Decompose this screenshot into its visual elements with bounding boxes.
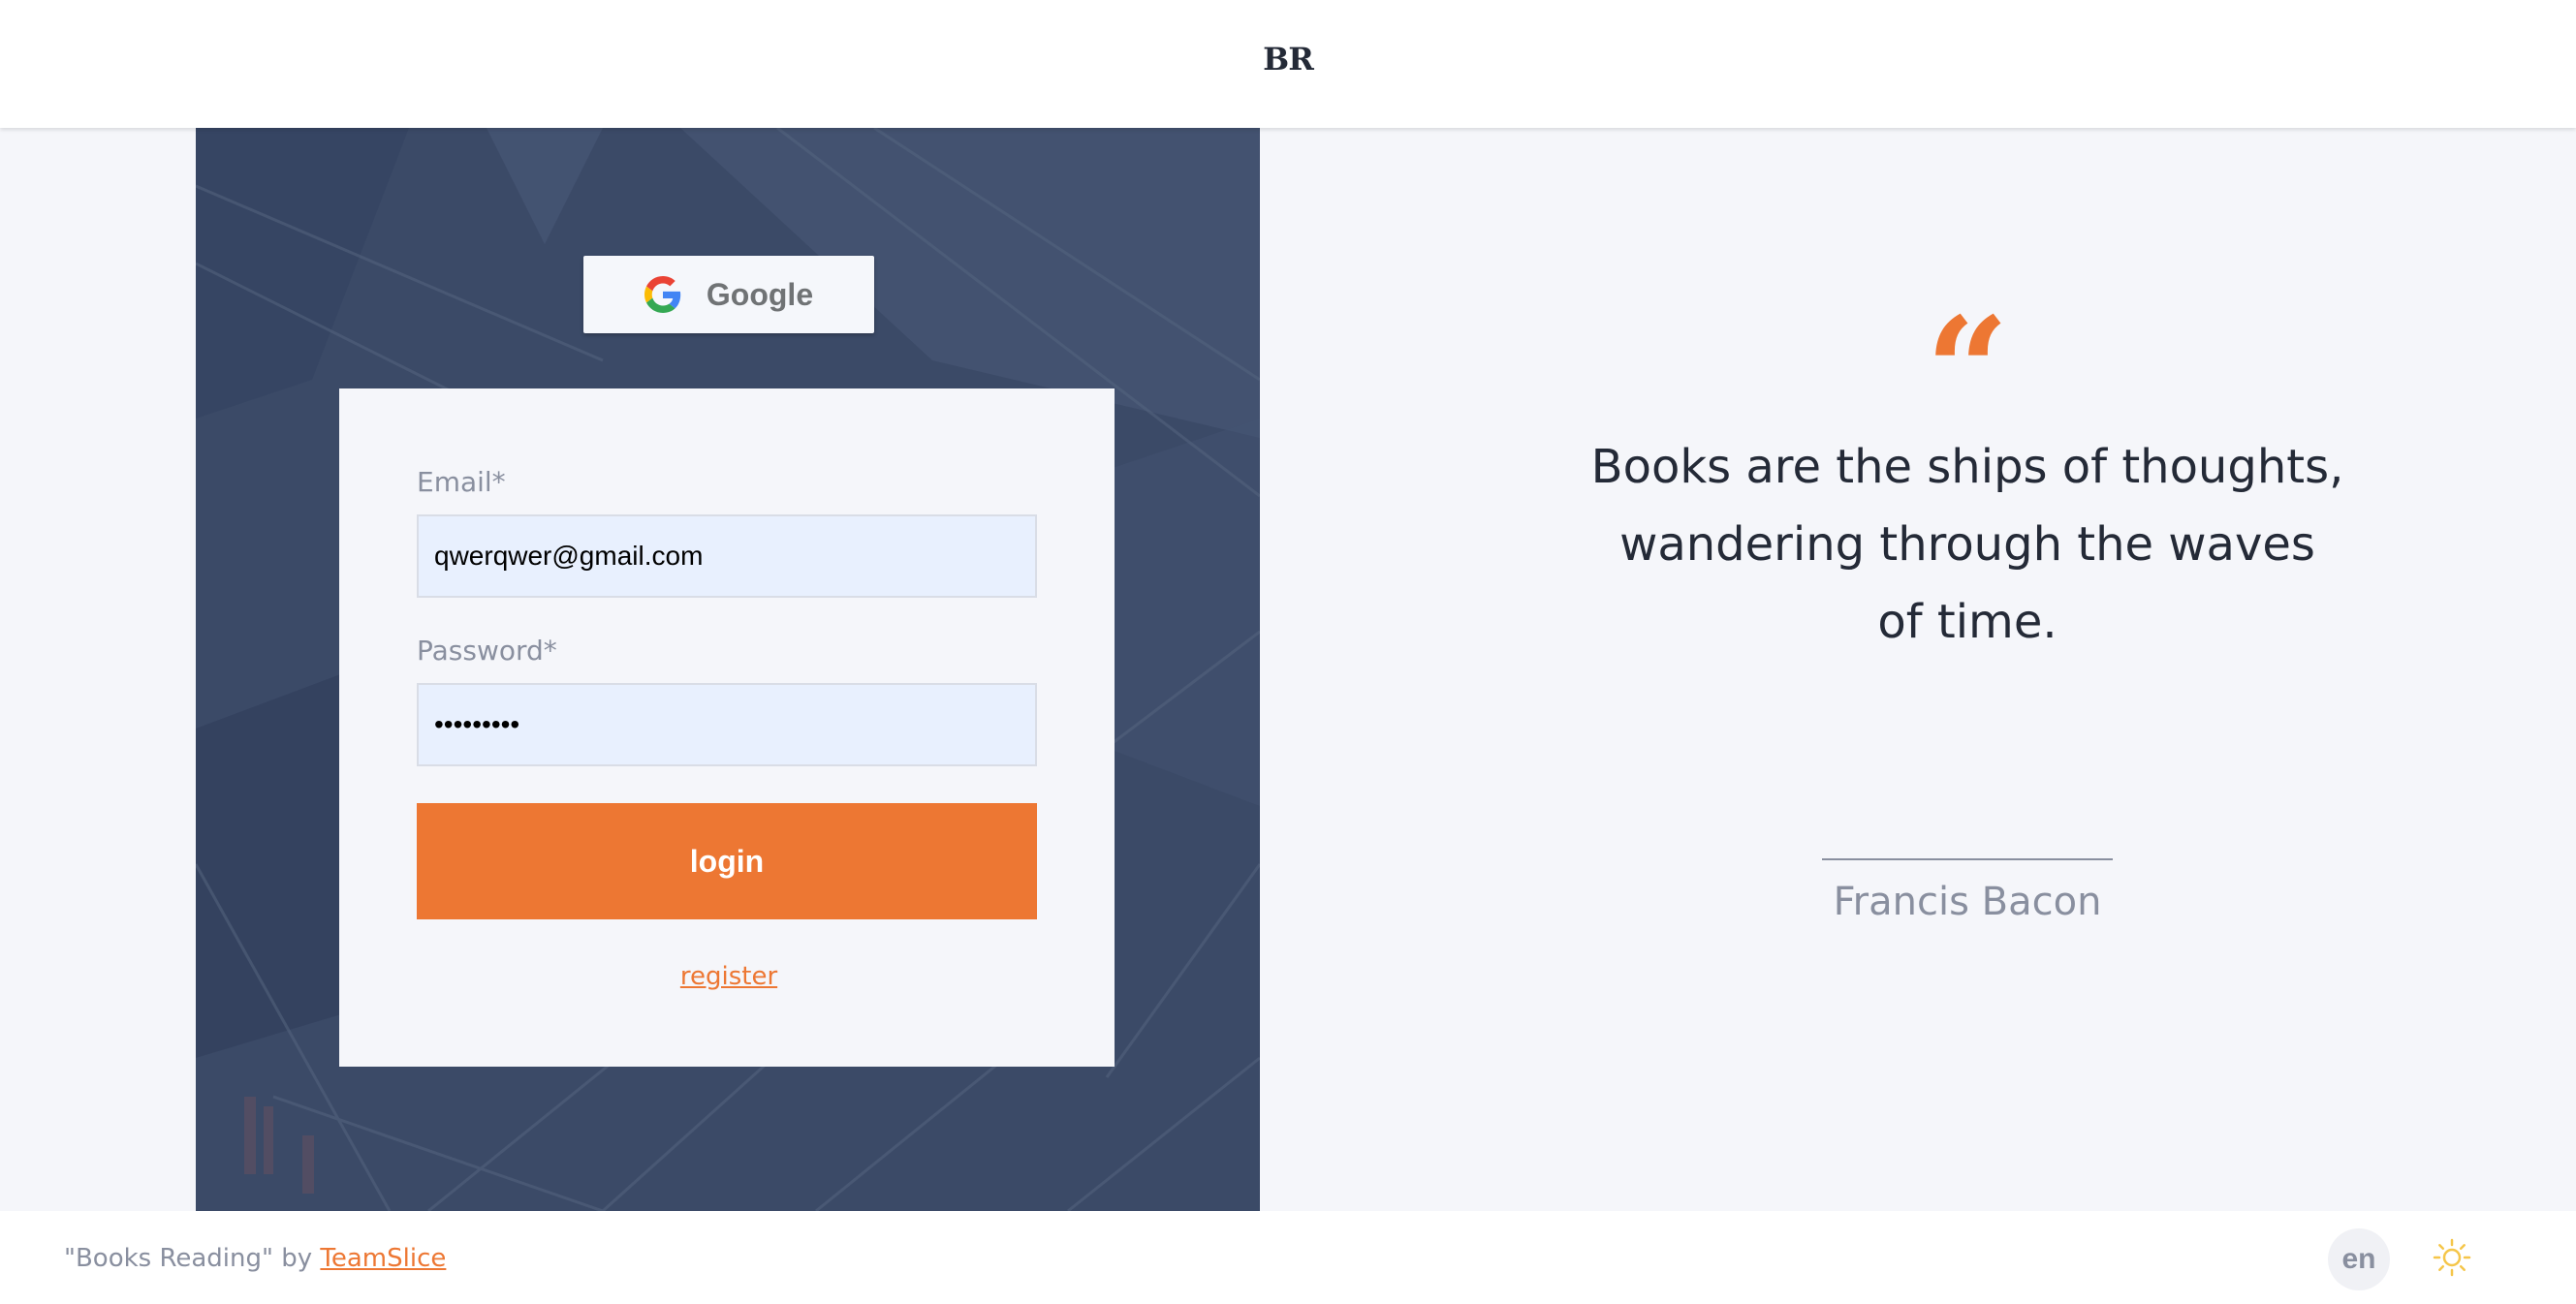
google-login-button[interactable]: Google (583, 256, 874, 333)
logo[interactable]: BR (0, 41, 2576, 78)
quote-divider (1822, 858, 2113, 860)
email-field[interactable] (417, 514, 1037, 598)
password-label: Password* (417, 635, 557, 667)
quote-line: wandering through the waves (1619, 517, 2315, 572)
language-button[interactable]: en (2328, 1228, 2390, 1290)
password-field[interactable] (417, 683, 1037, 766)
login-form: Email* Password* login register (339, 388, 1115, 1067)
email-label: Email* (417, 466, 506, 498)
quote-author: Francis Bacon (1833, 880, 2102, 924)
google-button-label: Google (706, 276, 814, 312)
login-button[interactable]: login (417, 803, 1037, 919)
credit-text: "Books Reading" by (64, 1244, 313, 1273)
sun-icon[interactable] (2433, 1238, 2471, 1277)
teamslice-link[interactable]: TeamSlice (320, 1244, 446, 1273)
header: BR (0, 0, 2576, 128)
quote-line: of time. (1877, 595, 2058, 649)
quote-mark-icon: “ (1925, 286, 2010, 456)
register-link[interactable]: register (339, 962, 1118, 991)
login-panel: Google Email* Password* login register (196, 128, 1260, 1211)
quote-section: “ Books are the ships of thoughts, wande… (1260, 128, 2576, 1211)
quote-line: Books are the ships of thoughts, (1590, 440, 2344, 494)
footer: "Books Reading" by TeamSlice en (0, 1211, 2576, 1304)
footer-credit: "Books Reading" by TeamSlice (64, 1244, 446, 1273)
google-g-icon (644, 276, 681, 313)
quote-text: Books are the ships of thoughts, wanderi… (1580, 428, 2355, 661)
